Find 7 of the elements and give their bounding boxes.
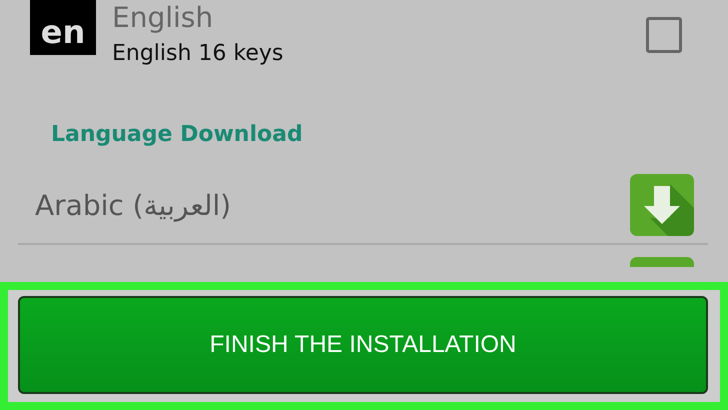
checkbox[interactable] (646, 17, 682, 53)
keyboard-layout-label: English 16 keys (112, 40, 284, 68)
language-code-badge: en (30, 0, 96, 55)
language-option[interactable]: Arabic (العربية) (35, 188, 232, 222)
section-heading: Language Download (50, 121, 304, 149)
finish-installation-button[interactable]: FINISH THE INSTALLATION (18, 296, 708, 394)
language-name: English (112, 0, 214, 36)
